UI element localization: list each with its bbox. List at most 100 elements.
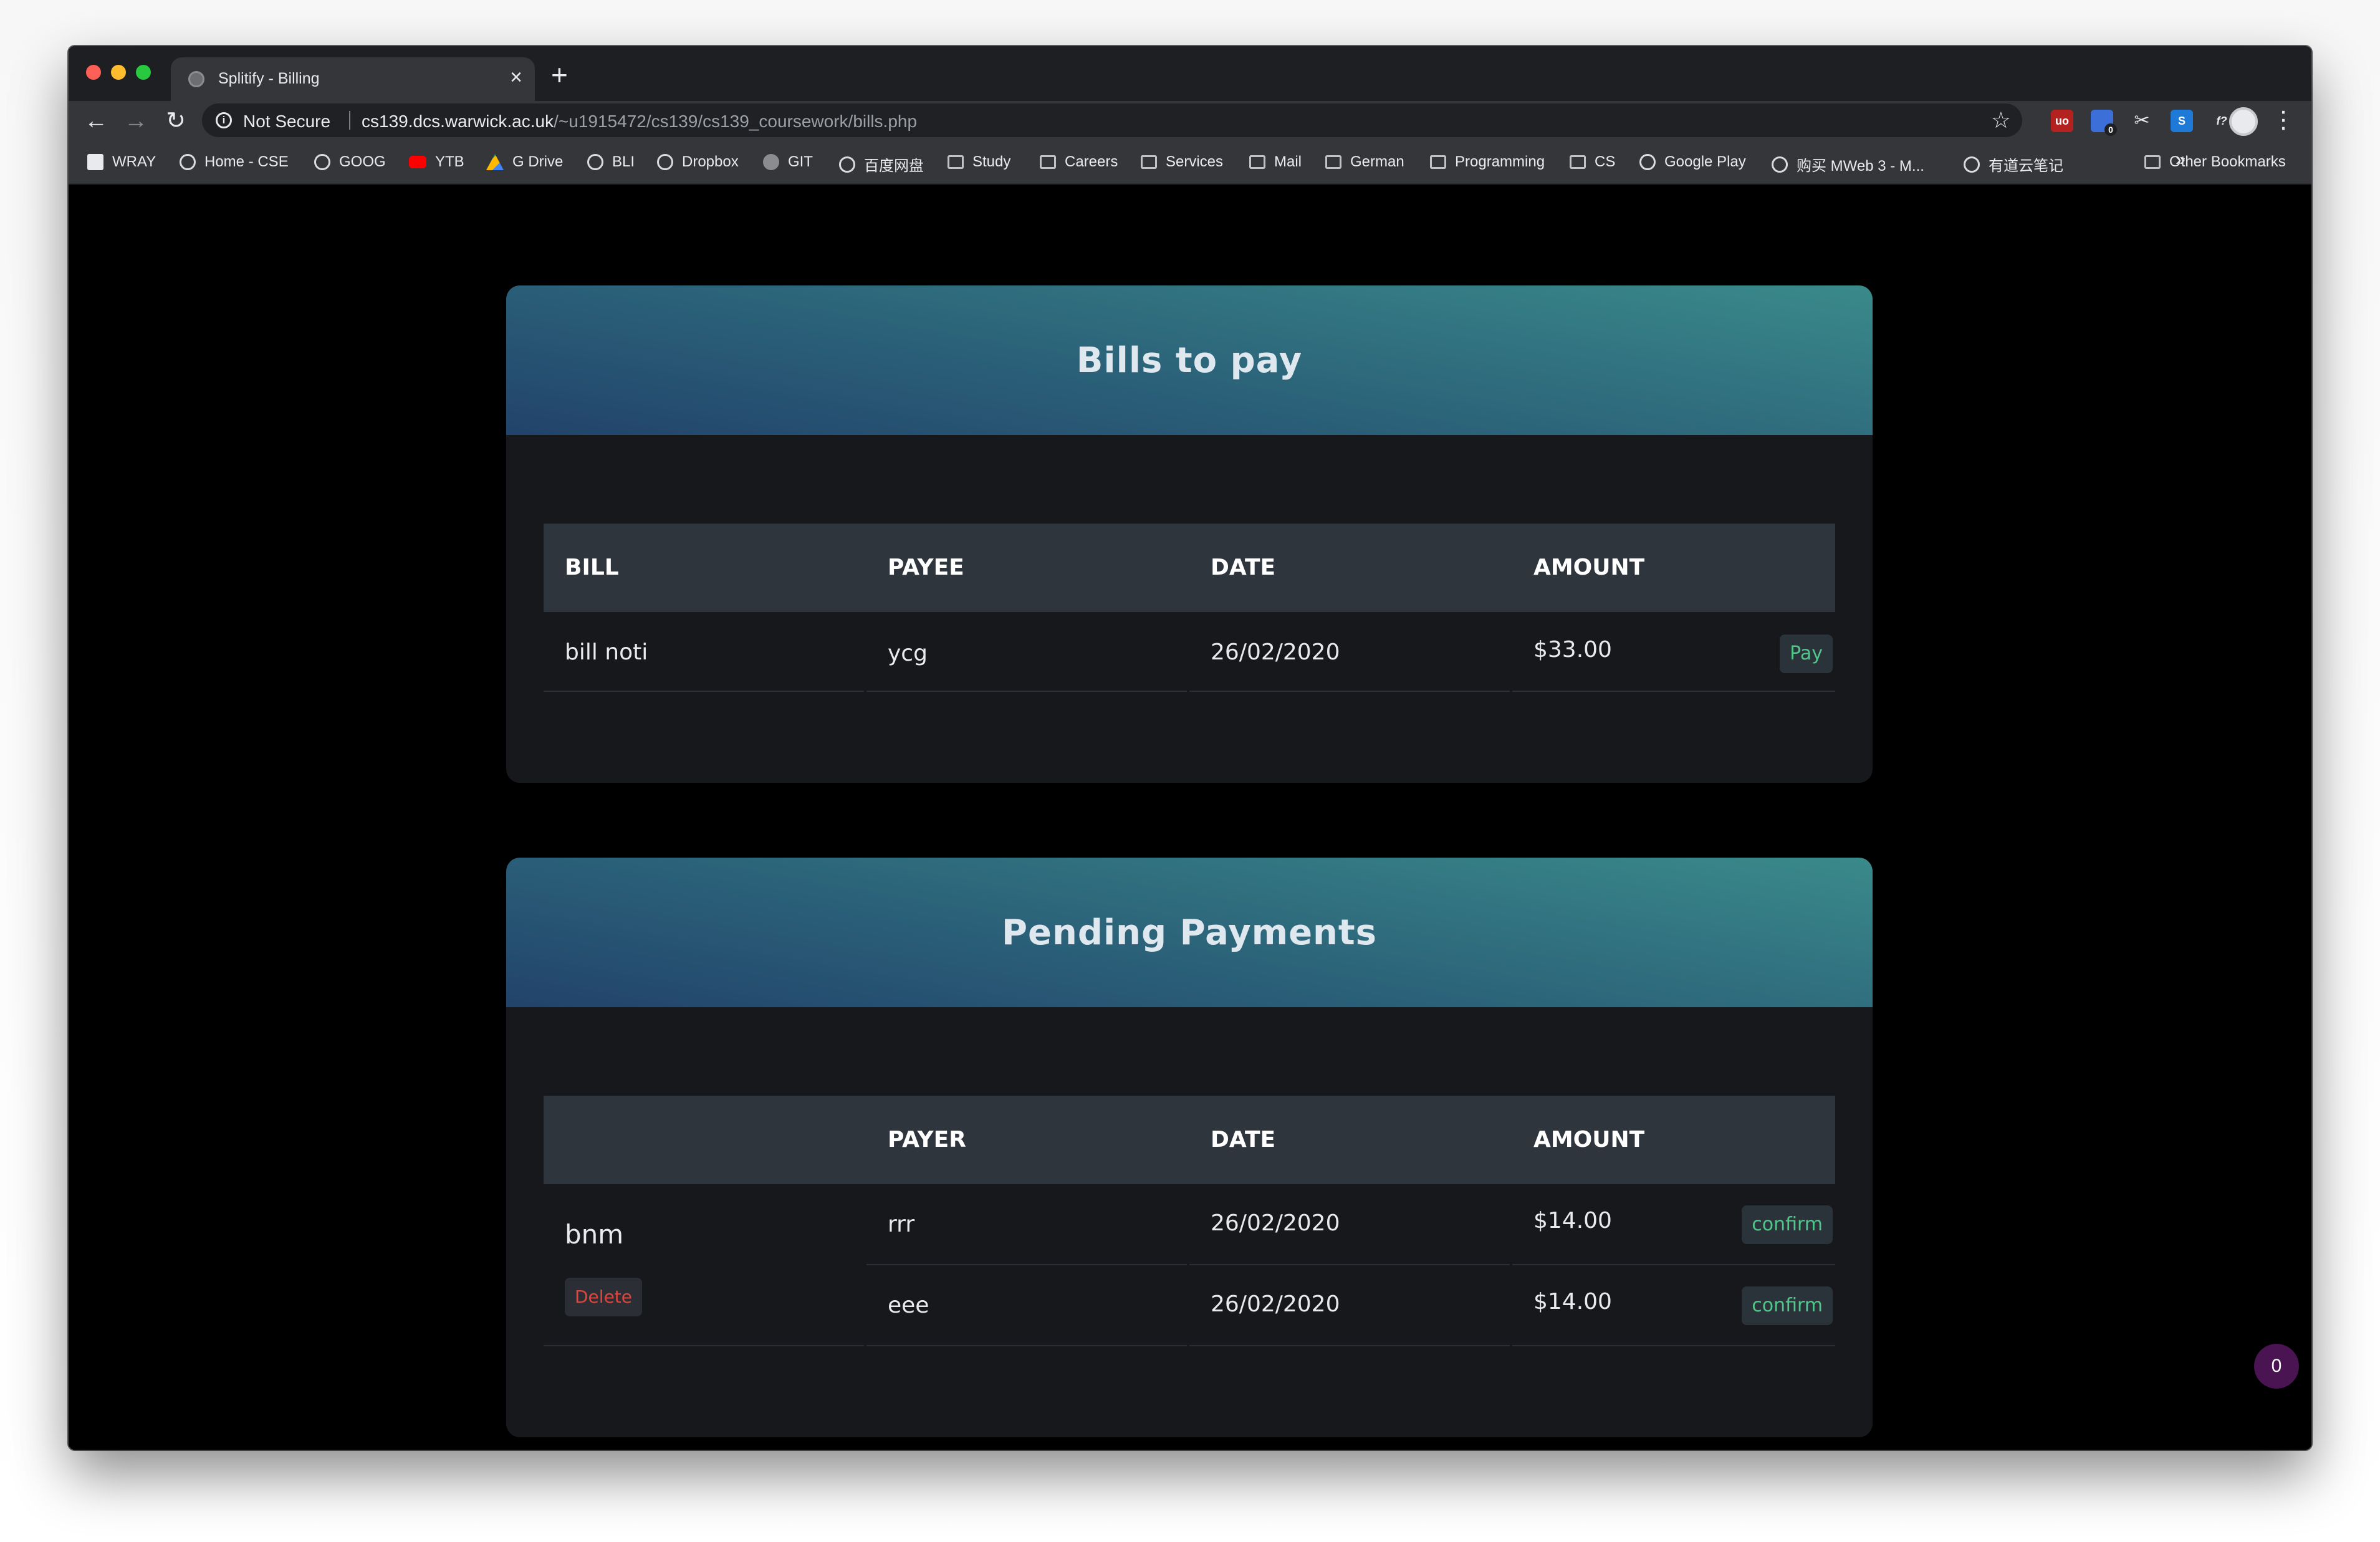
reload-button[interactable]: ↻	[161, 106, 191, 136]
bookmark-item[interactable]: Google Play	[1639, 153, 1746, 171]
bookmark-item[interactable]: 有道云笔记	[1964, 153, 2063, 175]
bookmark-label: Mail	[1274, 153, 1302, 170]
s-extension-icon[interactable]: S	[2171, 110, 2193, 132]
address-bar[interactable]: i Not Secure cs139.dcs.warwick.ac.uk/~u1…	[202, 103, 2022, 137]
bookmark-label: Study	[972, 153, 1011, 170]
payment-date: 26/02/2020	[1211, 1291, 1340, 1317]
pending-table: PAYER DATE AMOUNT bnm Delete rrr 26/02/2…	[544, 1096, 1835, 1346]
table-row: rrr 26/02/2020 $14.00 confirm	[866, 1184, 1835, 1265]
bookmark-item[interactable]: Programming	[1430, 153, 1545, 171]
info-icon[interactable]: i	[216, 112, 232, 128]
divider	[544, 691, 864, 692]
card-title: Bills to pay	[1076, 340, 1303, 381]
bookmark-item[interactable]: CS	[1570, 153, 1615, 171]
confirm-button[interactable]: confirm	[1742, 1205, 1833, 1244]
tab-splitify-billing[interactable]: Splitify - Billing ×	[171, 57, 535, 101]
folder-icon	[1325, 155, 1341, 169]
other-bookmarks[interactable]: Other Bookmarks	[2144, 153, 2286, 171]
divider	[1189, 691, 1510, 692]
folder-icon	[1141, 155, 1157, 169]
close-window-button[interactable]	[86, 65, 101, 80]
table-row: eee 26/02/2020 $14.00 confirm	[866, 1265, 1835, 1346]
payee-name: ycg	[888, 641, 928, 666]
bookmark-star-icon[interactable]: ☆	[1991, 106, 2011, 135]
bookmark-label: German	[1350, 153, 1404, 170]
divider	[544, 1345, 864, 1346]
extension-count-badge: 0	[2104, 123, 2117, 136]
column-header-amount: AMOUNT	[1533, 555, 1645, 580]
payer-name: rrr	[888, 1212, 915, 1237]
bookmark-item[interactable]: YTB	[409, 153, 464, 171]
bookmark-item[interactable]: German	[1325, 153, 1404, 171]
bookmark-item[interactable]: WRAY	[87, 153, 156, 171]
bookmark-item[interactable]: BLI	[587, 153, 635, 171]
divider	[1189, 1345, 1510, 1346]
divider	[866, 691, 1187, 692]
bill-amount: $33.00	[1533, 637, 1612, 663]
globe-icon	[1772, 156, 1788, 173]
globe-icon	[314, 154, 330, 170]
bookmark-item[interactable]: 购买 MWeb 3 - M...	[1772, 153, 1924, 175]
close-icon[interactable]: ×	[510, 65, 522, 90]
bookmark-label: Google Play	[1664, 153, 1746, 170]
folder-icon	[948, 155, 964, 169]
browser-toolbar: ← → ↻ i Not Secure cs139.dcs.warwick.ac.…	[69, 101, 2311, 141]
maximize-window-button[interactable]	[136, 65, 151, 80]
github-icon	[763, 154, 779, 170]
back-button[interactable]: ←	[81, 106, 111, 136]
divider	[349, 111, 350, 130]
bookmark-item[interactable]: 百度网盘	[839, 153, 924, 175]
column-header-date: DATE	[1211, 555, 1276, 580]
folder-icon	[1040, 155, 1056, 169]
doc-icon	[87, 154, 103, 170]
divider	[866, 1345, 1187, 1346]
bills-table: BILL PAYEE DATE AMOUNT bill noti ycg 26/…	[544, 524, 1835, 692]
bookmark-item[interactable]: Dropbox	[657, 153, 739, 171]
folder-icon	[1430, 155, 1446, 169]
security-label[interactable]: Not Secure	[243, 112, 330, 132]
table-header: PAYER DATE AMOUNT	[544, 1096, 1835, 1184]
url-text[interactable]: cs139.dcs.warwick.ac.uk/~u1915472/cs139/…	[362, 112, 917, 132]
scissors-icon[interactable]: ✂	[2131, 110, 2153, 132]
bookmark-item[interactable]: G Drive	[486, 153, 563, 171]
folder-icon	[1249, 155, 1265, 169]
bookmarks-bar: WRAY Home - CSE GOOG YTB G Drive BLI Dro…	[69, 141, 2311, 184]
bookmark-item[interactable]: GIT	[763, 153, 813, 171]
tab-strip: Splitify - Billing × +	[69, 46, 2311, 101]
minimize-window-button[interactable]	[111, 65, 126, 80]
forward-button[interactable]: →	[121, 106, 151, 136]
new-tab-button[interactable]: +	[551, 57, 568, 92]
folder-icon	[2144, 155, 2161, 169]
youtube-icon	[409, 156, 426, 168]
payer-name: eee	[888, 1293, 929, 1318]
pending-payments-card: Pending Payments PAYER DATE AMOUNT bnm D…	[506, 858, 1873, 1437]
globe-icon	[1639, 154, 1656, 170]
browser-window: Splitify - Billing × + ← → ↻ i Not Secur…	[69, 46, 2311, 1450]
bookmark-label: Home - CSE	[204, 153, 289, 170]
globe-icon	[180, 154, 196, 170]
profile-avatar[interactable]	[2229, 107, 2258, 136]
table-row: bill noti ycg 26/02/2020 $33.00 Pay	[544, 612, 1835, 692]
page-content: Bills to pay BILL PAYEE DATE AMOUNT bill…	[69, 184, 2311, 1450]
ublock-extension-icon[interactable]: uo	[2051, 110, 2073, 132]
pending-bill-name: bnm	[565, 1219, 624, 1250]
bookmark-item[interactable]: GOOG	[314, 153, 386, 171]
bookmark-label: 购买 MWeb 3 - M...	[1797, 158, 1924, 175]
pending-rows: bnm Delete rrr 26/02/2020 $14.00 confirm	[544, 1184, 1835, 1346]
confirm-button[interactable]: confirm	[1742, 1286, 1833, 1325]
notification-badge[interactable]: 0	[2254, 1344, 2299, 1389]
bookmark-item[interactable]: Study	[948, 153, 1010, 171]
column-header-payee: PAYEE	[888, 555, 964, 580]
pay-button[interactable]: Pay	[1780, 635, 1833, 673]
column-header-bill: BILL	[565, 555, 619, 580]
delete-button[interactable]: Delete	[565, 1278, 642, 1316]
bookmark-item[interactable]: Mail	[1249, 153, 1302, 171]
bookmark-item[interactable]: Careers	[1040, 153, 1118, 171]
bookmark-label: BLI	[612, 153, 635, 170]
bookmark-item[interactable]: Home - CSE	[180, 153, 289, 171]
kebab-menu-icon[interactable]: ⋮	[2272, 105, 2295, 136]
column-header-date: DATE	[1211, 1127, 1276, 1152]
globe-icon	[1964, 156, 1980, 173]
divider	[1512, 691, 1835, 692]
bookmark-item[interactable]: Services	[1141, 153, 1223, 171]
